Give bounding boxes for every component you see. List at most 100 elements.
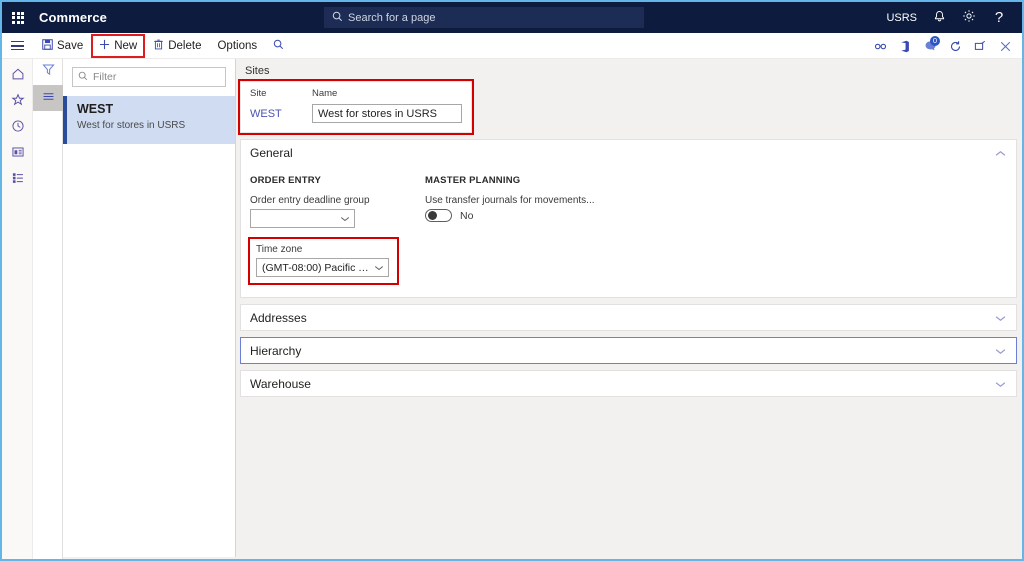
deadline-group-label: Order entry deadline group (250, 195, 370, 206)
transfer-journals-toggle-row: No (425, 209, 725, 222)
filter-input-placeholder: Filter (93, 71, 117, 83)
hamburger-icon (11, 41, 24, 50)
chevron-down-icon (995, 375, 1006, 393)
help-button[interactable]: ? (984, 2, 1014, 33)
list-lines-icon (42, 89, 55, 107)
question-mark-icon: ? (994, 9, 1004, 26)
section-warehouse-title: Warehouse (250, 376, 311, 391)
list-item-subtitle: West for stores in USRS (77, 120, 186, 131)
timezone-value: (GMT-08:00) Pacific Time (US ... (262, 261, 374, 274)
save-disk-icon (42, 38, 53, 53)
list-item[interactable]: WEST West for stores in USRS (63, 96, 235, 144)
action-search-button[interactable] (266, 35, 291, 57)
waffle-icon (12, 11, 24, 24)
section-addresses-header[interactable]: Addresses (241, 305, 1016, 330)
favorites-star-icon (10, 93, 25, 112)
section-general-body: ORDER ENTRY Order entry deadline group T… (241, 165, 1016, 297)
sidebar-item-recent[interactable] (2, 115, 33, 141)
app-window: Commerce Search for a page USRS ? Save N… (0, 0, 1024, 561)
filter-pane-button[interactable] (33, 59, 63, 85)
search-icon (273, 39, 284, 53)
bell-icon (933, 10, 946, 26)
search-icon (332, 9, 343, 27)
chevron-up-icon (995, 144, 1006, 162)
close-icon[interactable] (994, 35, 1016, 57)
nav-menu-toggle[interactable] (2, 33, 33, 59)
modules-list-icon (11, 171, 25, 190)
app-launcher-button[interactable] (2, 2, 34, 33)
chevron-down-icon (340, 213, 350, 225)
sidebar-item-favorites[interactable] (2, 89, 33, 115)
top-bar-right-controls: USRS ? (879, 2, 1014, 33)
new-button-label: New (114, 39, 138, 52)
section-hierarchy-header[interactable]: Hierarchy (241, 338, 1016, 363)
site-field: Site WEST (250, 88, 302, 123)
delete-button-label: Delete (168, 39, 202, 52)
company-selector[interactable]: USRS (879, 2, 924, 33)
timezone-field: Time zone (GMT-08:00) Pacific Time (US .… (248, 237, 399, 285)
refresh-icon[interactable] (944, 35, 966, 57)
section-addresses: Addresses (240, 304, 1017, 331)
chevron-down-icon (374, 262, 384, 274)
name-input[interactable]: West for stores in USRS (312, 104, 462, 123)
plus-icon (99, 39, 110, 53)
section-warehouse-header[interactable]: Warehouse (241, 371, 1016, 396)
filter-input[interactable]: Filter (72, 67, 226, 87)
action-bar-right-icons: 0 (869, 33, 1016, 59)
top-navigation-bar: Commerce Search for a page USRS ? (2, 2, 1022, 33)
site-field-link[interactable]: WEST (250, 108, 282, 120)
action-bar: Save New Delete Options 0 (2, 33, 1022, 59)
site-field-label: Site (250, 88, 267, 99)
transfer-journals-value: No (460, 209, 474, 222)
list-filter-rail (33, 59, 63, 559)
gear-icon (962, 9, 976, 26)
section-addresses-title: Addresses (250, 310, 307, 325)
section-general-header[interactable]: General (241, 140, 1016, 165)
recent-clock-icon (11, 119, 25, 138)
global-search-placeholder: Search for a page (348, 11, 436, 24)
popout-icon[interactable] (969, 35, 991, 57)
funnel-filter-icon (41, 63, 55, 81)
sidebar-item-modules[interactable] (2, 167, 33, 193)
settings-button[interactable] (954, 2, 984, 33)
sidebar-item-home[interactable] (2, 63, 33, 89)
save-button-label: Save (57, 39, 84, 52)
office-app-icon[interactable] (894, 35, 916, 57)
search-icon (78, 68, 88, 86)
sidebar-item-workspaces[interactable] (2, 141, 33, 167)
workspaces-icon (11, 145, 25, 164)
messages-icon[interactable]: 0 (919, 35, 941, 57)
master-planning-group-header: MASTER PLANNING (425, 175, 521, 186)
save-button[interactable]: Save (35, 35, 90, 57)
messages-badge-count: 0 (930, 36, 940, 46)
timezone-select[interactable]: (GMT-08:00) Pacific Time (US ... (256, 258, 389, 277)
attach-link-icon[interactable] (869, 35, 891, 57)
brand-title: Commerce (39, 10, 107, 25)
timezone-label: Time zone (256, 244, 303, 255)
section-general-title: General (250, 145, 293, 160)
section-hierarchy-title: Hierarchy (250, 343, 302, 358)
section-hierarchy: Hierarchy (240, 337, 1017, 364)
name-field-label: Name (312, 88, 338, 99)
global-search-input[interactable]: Search for a page (324, 7, 644, 28)
options-button[interactable]: Options (210, 35, 264, 57)
section-general: General ORDER ENTRY Order entry deadline… (240, 139, 1017, 298)
toggle-knob (428, 211, 437, 220)
trash-icon (153, 39, 164, 53)
list-pane-button[interactable] (33, 85, 63, 111)
master-planning-group: MASTER PLANNING Use transfer journals fo… (425, 175, 725, 283)
notifications-button[interactable] (924, 2, 954, 33)
order-entry-group: ORDER ENTRY Order entry deadline group T… (248, 175, 425, 285)
site-header-card: Site WEST Name West for stores in USRS (238, 79, 474, 135)
delete-button[interactable]: Delete (146, 35, 208, 57)
chevron-down-icon (995, 342, 1006, 360)
chevron-down-icon (995, 309, 1006, 327)
transfer-journals-label: Use transfer journals for movements... (425, 195, 595, 206)
section-warehouse: Warehouse (240, 370, 1017, 397)
deadline-group-select[interactable] (250, 209, 355, 228)
new-button[interactable]: New (91, 33, 146, 58)
transfer-journals-toggle[interactable] (425, 209, 452, 222)
home-icon (11, 67, 25, 86)
options-button-label: Options (217, 39, 258, 52)
list-item-title: WEST (77, 102, 114, 116)
